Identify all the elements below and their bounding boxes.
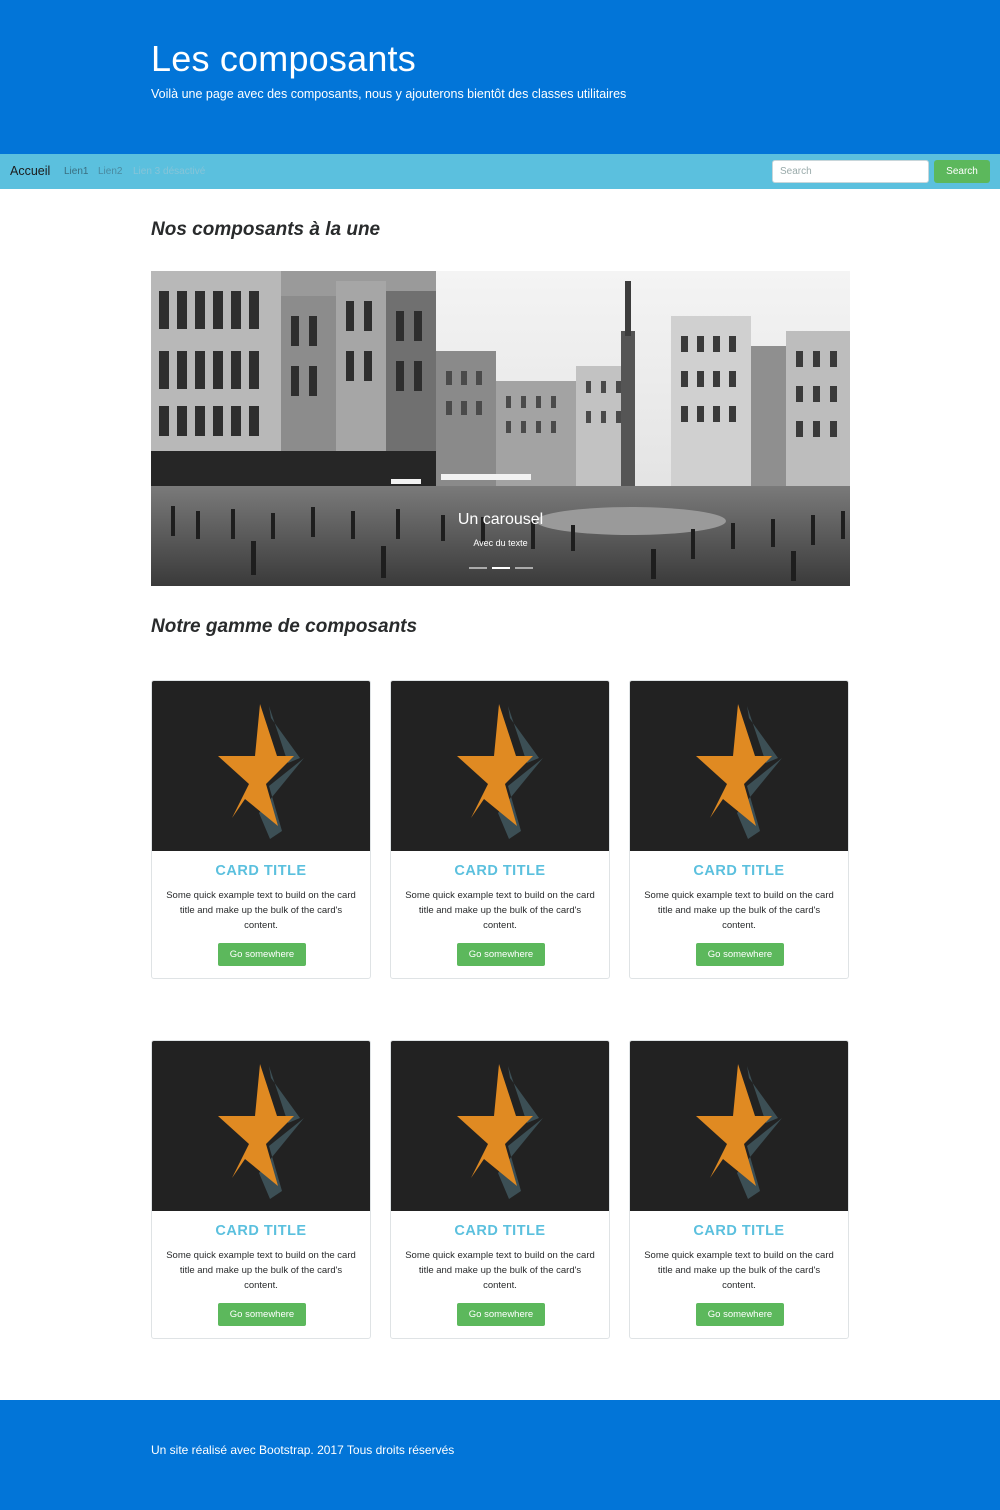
- nav-link-lien3-disabled: Lien 3 désactivé: [133, 166, 206, 177]
- card-title: CARD TITLE: [454, 863, 546, 879]
- card-text: Some quick example text to build on the …: [405, 890, 595, 931]
- card: CARD TITLE Some quick example text to bu…: [151, 680, 371, 979]
- card-image: [152, 1041, 370, 1211]
- star-icon: [218, 1064, 304, 1199]
- card-text: Some quick example text to build on the …: [644, 1250, 834, 1291]
- card-text: Some quick example text to build on the …: [166, 890, 356, 931]
- search-input[interactable]: [772, 160, 929, 183]
- carousel-indicator-2[interactable]: [492, 567, 510, 569]
- nav-link-lien1[interactable]: Lien1: [64, 166, 88, 177]
- star-icon: [696, 704, 782, 839]
- star-icon: [696, 1064, 782, 1199]
- card-text: Some quick example text to build on the …: [644, 890, 834, 931]
- go-somewhere-button[interactable]: Go somewhere: [696, 943, 784, 966]
- card-title: CARD TITLE: [215, 863, 307, 879]
- card-image: [630, 681, 848, 851]
- go-somewhere-button[interactable]: Go somewhere: [457, 943, 545, 966]
- search-button[interactable]: Search: [934, 160, 990, 183]
- card: CARD TITLE Some quick example text to bu…: [629, 1040, 849, 1339]
- carousel-indicator-1[interactable]: [469, 567, 487, 569]
- go-somewhere-button[interactable]: Go somewhere: [218, 943, 306, 966]
- star-icon: [457, 704, 543, 839]
- carousel-indicator-3[interactable]: [515, 567, 533, 569]
- card-text: Some quick example text to build on the …: [405, 1250, 595, 1291]
- section-title-range: Notre gamme de composants: [151, 616, 418, 637]
- star-icon: [218, 704, 304, 839]
- card: CARD TITLE Some quick example text to bu…: [629, 680, 849, 979]
- card-title: CARD TITLE: [454, 1223, 546, 1239]
- jumbotron: Les composants Voilà une page avec des c…: [0, 0, 1000, 154]
- card-text: Some quick example text to build on the …: [166, 1250, 356, 1291]
- card: CARD TITLE Some quick example text to bu…: [390, 680, 610, 979]
- card-title: CARD TITLE: [215, 1223, 307, 1239]
- page-lead: Voilà une page avec des composants, nous…: [151, 87, 627, 101]
- card-image: [391, 681, 609, 851]
- carousel[interactable]: Un carousel Avec du texte: [151, 271, 850, 586]
- carousel-caption-text: Avec du texte: [473, 538, 528, 548]
- card-image: [152, 681, 370, 851]
- page-title: Les composants: [151, 38, 416, 79]
- card-title: CARD TITLE: [693, 1223, 785, 1239]
- navbar-brand-accueil[interactable]: Accueil: [10, 164, 50, 178]
- card: CARD TITLE Some quick example text to bu…: [151, 1040, 371, 1339]
- footer-text: Un site réalisé avec Bootstrap. 2017 Tou…: [151, 1443, 455, 1457]
- card-title: CARD TITLE: [693, 863, 785, 879]
- go-somewhere-button[interactable]: Go somewhere: [218, 1303, 306, 1326]
- card: CARD TITLE Some quick example text to bu…: [390, 1040, 610, 1339]
- section-title-featured: Nos composants à la une: [151, 219, 381, 240]
- card-image: [391, 1041, 609, 1211]
- footer: Un site réalisé avec Bootstrap. 2017 Tou…: [0, 1400, 1000, 1510]
- nav-link-lien2[interactable]: Lien2: [98, 166, 122, 177]
- go-somewhere-button[interactable]: Go somewhere: [696, 1303, 784, 1326]
- navbar: Accueil Lien1 Lien2 Lien 3 désactivé Sea…: [0, 154, 1000, 189]
- carousel-caption-title: Un carousel: [457, 511, 544, 528]
- star-icon: [457, 1064, 543, 1199]
- go-somewhere-button[interactable]: Go somewhere: [457, 1303, 545, 1326]
- card-image: [630, 1041, 848, 1211]
- carousel-indicators: [469, 567, 533, 570]
